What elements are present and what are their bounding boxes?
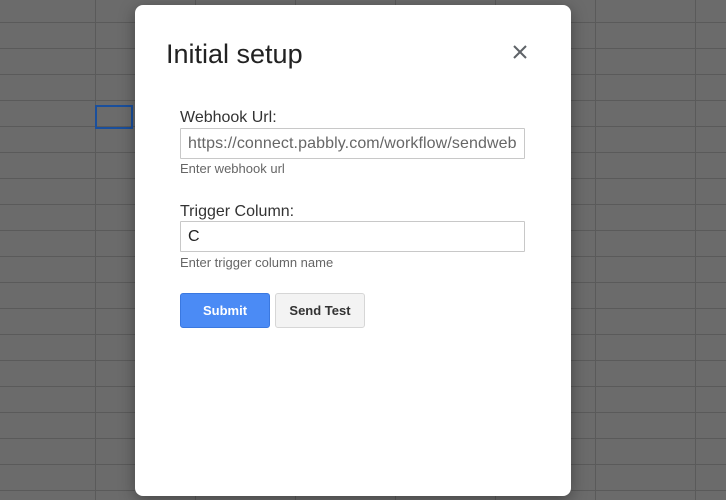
send-test-button[interactable]: Send Test bbox=[275, 293, 365, 328]
close-button[interactable] bbox=[509, 41, 531, 63]
selected-cell[interactable] bbox=[95, 105, 133, 129]
trigger-column-input[interactable] bbox=[180, 221, 525, 252]
trigger-column-label: Trigger Column: bbox=[180, 203, 295, 220]
webhook-url-input[interactable] bbox=[180, 128, 525, 159]
webhook-url-helper: Enter webhook url bbox=[180, 161, 285, 176]
initial-setup-dialog: Initial setup Webhook Url: Enter webhook… bbox=[135, 5, 571, 496]
dialog-title: Initial setup bbox=[166, 39, 303, 69]
submit-button[interactable]: Submit bbox=[180, 293, 270, 328]
trigger-column-helper: Enter trigger column name bbox=[180, 255, 334, 270]
webhook-url-label: Webhook Url: bbox=[180, 109, 277, 126]
close-icon bbox=[509, 41, 531, 63]
